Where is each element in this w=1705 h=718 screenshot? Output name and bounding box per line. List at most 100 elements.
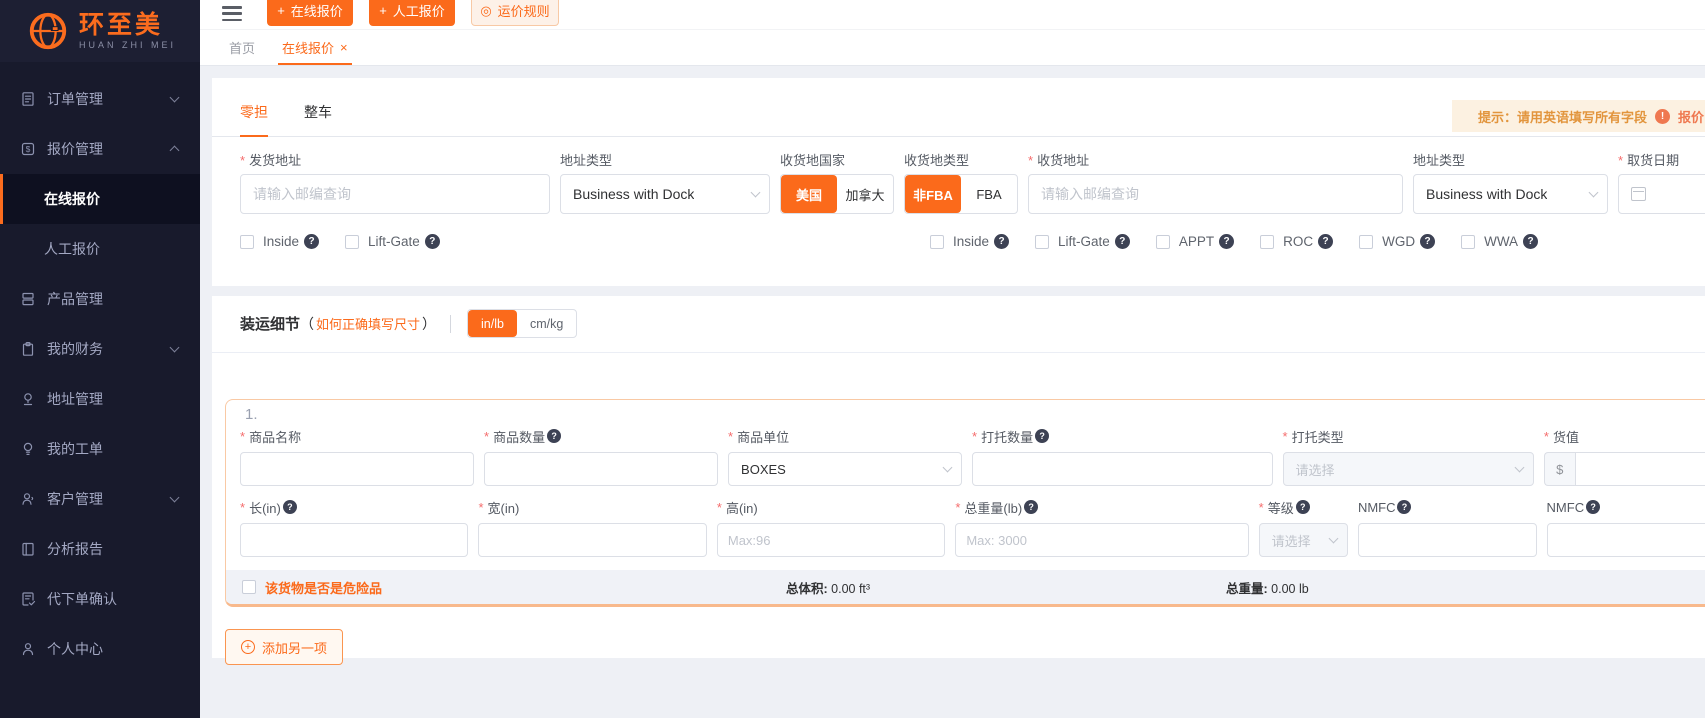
pallet-qty-input[interactable] (972, 452, 1272, 486)
product-qty-field: *商品数量? (484, 427, 718, 486)
sidebar-item-tickets[interactable]: 我的工单 (0, 424, 200, 474)
help-icon[interactable]: ? (1420, 234, 1435, 249)
sidebar-item-quotes[interactable]: $ 报价管理 (0, 124, 200, 174)
item-index: 1. (245, 405, 1705, 425)
dest-address-type-select[interactable]: Business with Dock (1413, 174, 1608, 214)
country-ca-option[interactable]: 加拿大 (837, 175, 893, 213)
close-icon[interactable]: × (340, 41, 348, 54)
sidebar-item-profile[interactable]: 个人中心 (0, 624, 200, 674)
brand-name: 环至美 (79, 12, 176, 38)
unit-cmkg-option[interactable]: cm/kg (517, 310, 576, 337)
height-input[interactable] (717, 523, 945, 557)
sidebar-item-order-confirm[interactable]: 代下单确认 (0, 574, 200, 624)
checkbox[interactable] (1156, 235, 1170, 249)
product-name-input[interactable] (240, 452, 474, 486)
hazmat-option[interactable]: 该货物是否是危险品 (242, 578, 382, 597)
help-icon[interactable]: ? (425, 234, 440, 249)
dest-wwa-option[interactable]: WWA ? (1461, 234, 1538, 249)
help-icon[interactable]: ? (283, 500, 297, 514)
non-fba-option[interactable]: 非FBA (905, 175, 961, 213)
sidebar-item-label: 分析报告 (47, 539, 103, 559)
tab-home[interactable]: 首页 (229, 30, 255, 65)
sidebar: 环至美 HUAN ZHI MEI 订单管理 $ 报价管理 在线报价 人工报价 (0, 0, 200, 718)
help-icon[interactable]: ? (1035, 429, 1049, 443)
product-qty-input[interactable] (484, 452, 718, 486)
sidebar-item-customers[interactable]: 客户管理 (0, 474, 200, 524)
origin-address-type-select[interactable]: Business with Dock (560, 174, 770, 214)
unit-inlb-option[interactable]: in/lb (468, 310, 517, 337)
products-icon (20, 291, 36, 307)
manual-quote-button[interactable]: + 人工报价 (369, 0, 455, 26)
checkbox[interactable] (1035, 235, 1049, 249)
help-icon[interactable]: ? (1219, 234, 1234, 249)
sidebar-item-addresses[interactable]: 地址管理 (0, 374, 200, 424)
globe-logo-icon (26, 9, 70, 53)
add-item-button[interactable]: + 添加另一项 (225, 629, 343, 665)
country-us-option[interactable]: 美国 (781, 175, 837, 213)
shipment-header: 装运细节 （ 如何正确填写尺寸 ） in/lb cm/kg (240, 309, 1677, 338)
tab-online-quote[interactable]: 在线报价 × (282, 30, 348, 65)
tab-ltl[interactable]: 零担 (240, 102, 268, 137)
help-icon[interactable]: ? (304, 234, 319, 249)
checkbox[interactable] (1260, 235, 1274, 249)
freight-class-select[interactable]: 请选择 (1259, 523, 1348, 557)
checkbox[interactable] (1461, 235, 1475, 249)
sidebar-item-orders[interactable]: 订单管理 (0, 74, 200, 124)
help-icon[interactable]: ? (1296, 500, 1310, 514)
origin-liftgate-option[interactable]: Lift-Gate ? (345, 234, 440, 249)
dest-liftgate-option[interactable]: Lift-Gate ? (1035, 234, 1130, 249)
size-help-link[interactable]: 如何正确填写尺寸 (316, 314, 420, 333)
sidebar-item-label: 订单管理 (47, 89, 103, 109)
sidebar-item-finance[interactable]: 我的财务 (0, 324, 200, 374)
rate-rules-button[interactable]: ◎ 运价规则 (471, 0, 559, 26)
help-icon[interactable]: ? (1318, 234, 1333, 249)
dest-roc-option[interactable]: ROC ? (1260, 234, 1333, 249)
origin-address-type-field: 地址类型 Business with Dock (560, 150, 770, 214)
checkbox[interactable] (345, 235, 359, 249)
help-icon[interactable]: ? (547, 429, 561, 443)
product-unit-select[interactable]: BOXES (728, 452, 962, 486)
dest-inside-option[interactable]: Inside ? (930, 234, 1009, 249)
origin-inside-option[interactable]: Inside ? (240, 234, 319, 249)
fba-option[interactable]: FBA (961, 175, 1017, 213)
help-icon[interactable]: ? (1397, 500, 1411, 514)
checkbox[interactable] (930, 235, 944, 249)
header: + 在线报价 + 人工报价 ◎ 运价规则 首页 在线报价 × (200, 0, 1705, 66)
sidebar-item-products[interactable]: 产品管理 (0, 274, 200, 324)
dest-appt-option[interactable]: APPT ? (1156, 234, 1234, 249)
help-icon[interactable]: ? (1115, 234, 1130, 249)
help-icon[interactable]: ? (1586, 500, 1600, 514)
origin-address-input[interactable] (240, 174, 550, 214)
eye-icon: ◎ (480, 3, 491, 19)
sidebar-item-online-quote[interactable]: 在线报价 (0, 174, 200, 224)
online-quote-button[interactable]: + 在线报价 (267, 0, 353, 26)
hamburger-menu-icon[interactable] (222, 6, 242, 21)
checkbox[interactable] (242, 580, 256, 594)
chevron-down-icon (1328, 533, 1338, 543)
nmfc-sub-input[interactable] (1547, 523, 1705, 557)
checkbox[interactable] (240, 235, 254, 249)
tip-link[interactable]: 报价 (1678, 107, 1704, 126)
help-icon[interactable]: ? (1024, 500, 1038, 514)
checkbox[interactable] (1359, 235, 1373, 249)
nmfc-input[interactable] (1358, 523, 1537, 557)
help-icon[interactable]: ? (994, 234, 1009, 249)
tab-ftl[interactable]: 整车 (304, 102, 332, 136)
sidebar-item-reports[interactable]: 分析报告 (0, 524, 200, 574)
help-icon[interactable]: ? (1523, 234, 1538, 249)
cargo-value-input[interactable] (1575, 452, 1705, 486)
app-screen: 环至美 HUAN ZHI MEI 订单管理 $ 报价管理 在线报价 人工报价 (0, 0, 1705, 718)
width-input[interactable] (478, 523, 706, 557)
logo[interactable]: 环至美 HUAN ZHI MEI (0, 0, 200, 62)
length-input[interactable] (240, 523, 468, 557)
pickup-date-input[interactable] (1618, 174, 1705, 214)
pallet-type-field: *打托类型 请选择 (1283, 427, 1534, 486)
calendar-icon (1631, 187, 1646, 201)
sidebar-item-label: 我的财务 (47, 339, 103, 359)
pallet-type-select[interactable]: 请选择 (1283, 452, 1534, 486)
dest-wgd-option[interactable]: WGD ? (1359, 234, 1435, 249)
quote-panel: 零担 整车 *发货地址 地址类型 Business with Dock 收货地国 (212, 78, 1705, 658)
sidebar-item-manual-quote[interactable]: 人工报价 (0, 224, 200, 274)
total-weight-input[interactable] (955, 523, 1248, 557)
dest-address-input[interactable] (1028, 174, 1403, 214)
